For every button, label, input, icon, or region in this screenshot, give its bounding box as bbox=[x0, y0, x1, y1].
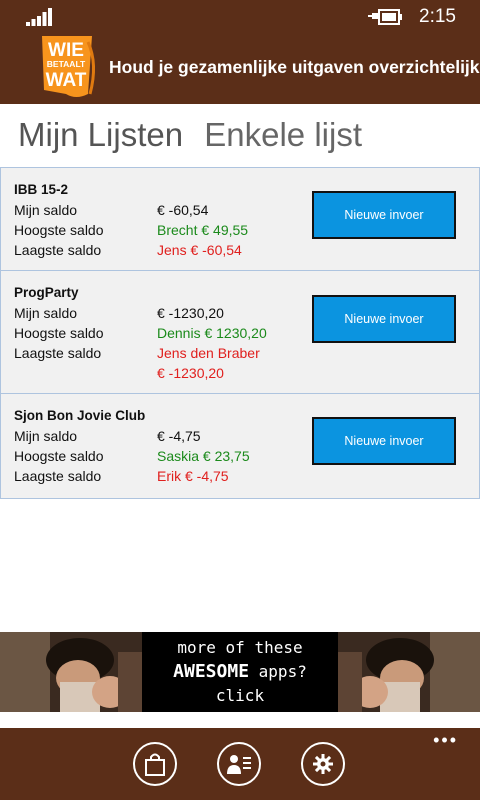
app-header: WIE BETAALT WAT Houd je gezamenlijke uit… bbox=[0, 32, 480, 104]
ad-line2-bold: AWESOME bbox=[173, 661, 250, 682]
logo-line3: WAT bbox=[46, 70, 87, 91]
pivot-tab-mijn-lijsten[interactable]: Mijn Lijsten bbox=[18, 116, 183, 153]
hoogste-saldo-value: Brecht € 49,55 bbox=[157, 222, 249, 238]
contact-list-button[interactable] bbox=[217, 742, 261, 786]
pivot-tab-enkele-lijst[interactable]: Enkele lijst bbox=[204, 116, 362, 153]
app-tagline: Houd je gezamenlijke uitgaven overzichte… bbox=[109, 57, 480, 77]
settings-gear-icon bbox=[313, 754, 333, 774]
app-bar: ••• bbox=[0, 728, 480, 800]
ad-line1: more of these bbox=[177, 638, 303, 657]
mijn-saldo-label: Mijn saldo bbox=[14, 428, 78, 444]
clock: 2:15 bbox=[419, 6, 456, 27]
battery-charging-icon bbox=[368, 9, 402, 25]
contact-list-icon bbox=[227, 755, 251, 774]
mijn-saldo-value: € -4,75 bbox=[157, 428, 201, 444]
nieuwe-invoer-button[interactable]: Nieuwe invoer bbox=[312, 417, 456, 465]
logo-line2: BETAALT bbox=[47, 59, 86, 69]
laagste-saldo-value: Erik € -4,75 bbox=[157, 468, 229, 484]
mijn-saldo-label: Mijn saldo bbox=[14, 305, 78, 321]
signal-strength-icon bbox=[26, 8, 52, 26]
ad-text: more of these AWESOME apps? click bbox=[142, 636, 338, 708]
status-bar: 2:15 bbox=[0, 0, 480, 32]
list-card-progparty[interactable]: ProgParty Mijn saldo € -1230,20 Hoogste … bbox=[0, 271, 480, 394]
mijn-saldo-value: € -60,54 bbox=[157, 202, 209, 218]
logo-line1: WIE bbox=[48, 40, 84, 61]
ad-line2-rest: apps? bbox=[249, 662, 307, 681]
mijn-saldo-value: € -1230,20 bbox=[157, 305, 224, 321]
settings-button[interactable] bbox=[301, 742, 345, 786]
hoogste-saldo-label: Hoogste saldo bbox=[14, 222, 104, 238]
laagste-saldo-label: Laagste saldo bbox=[14, 345, 102, 361]
laagste-saldo-label: Laagste saldo bbox=[14, 468, 102, 484]
ad-line2: AWESOME apps? bbox=[142, 660, 338, 684]
laagste-saldo-name: Jens den Braber bbox=[157, 345, 260, 361]
list-card-ibb[interactable]: IBB 15-2 Mijn saldo € -60,54 Hoogste sal… bbox=[0, 167, 480, 271]
shopping-bag-icon bbox=[145, 753, 165, 776]
nieuwe-invoer-button[interactable]: Nieuwe invoer bbox=[312, 191, 456, 239]
laagste-saldo-value: Jens € -60,54 bbox=[157, 242, 242, 258]
more-options-button[interactable]: ••• bbox=[433, 730, 458, 751]
nieuwe-invoer-button[interactable]: Nieuwe invoer bbox=[312, 295, 456, 343]
ad-photo-right bbox=[338, 632, 480, 712]
laagste-saldo-amount: € -1230,20 bbox=[157, 365, 224, 381]
laagste-saldo-label: Laagste saldo bbox=[14, 242, 102, 258]
shopping-bag-button[interactable] bbox=[133, 742, 177, 786]
ad-photo-left bbox=[0, 632, 142, 712]
ad-banner[interactable]: more of these AWESOME apps? click bbox=[0, 632, 480, 712]
pivot-header: Mijn Lijsten Enkele lijst bbox=[18, 116, 374, 162]
hoogste-saldo-label: Hoogste saldo bbox=[14, 325, 104, 341]
hoogste-saldo-value: Saskia € 23,75 bbox=[157, 448, 250, 464]
lists-container: IBB 15-2 Mijn saldo € -60,54 Hoogste sal… bbox=[0, 167, 480, 499]
hoogste-saldo-label: Hoogste saldo bbox=[14, 448, 104, 464]
mijn-saldo-label: Mijn saldo bbox=[14, 202, 78, 218]
wie-betaalt-wat-logo: WIE BETAALT WAT bbox=[42, 36, 95, 97]
ad-line3: click bbox=[215, 686, 265, 705]
hoogste-saldo-value: Dennis € 1230,20 bbox=[157, 325, 267, 341]
list-card-sjon-bon-jovie-club[interactable]: Sjon Bon Jovie Club Mijn saldo € -4,75 H… bbox=[0, 394, 480, 499]
